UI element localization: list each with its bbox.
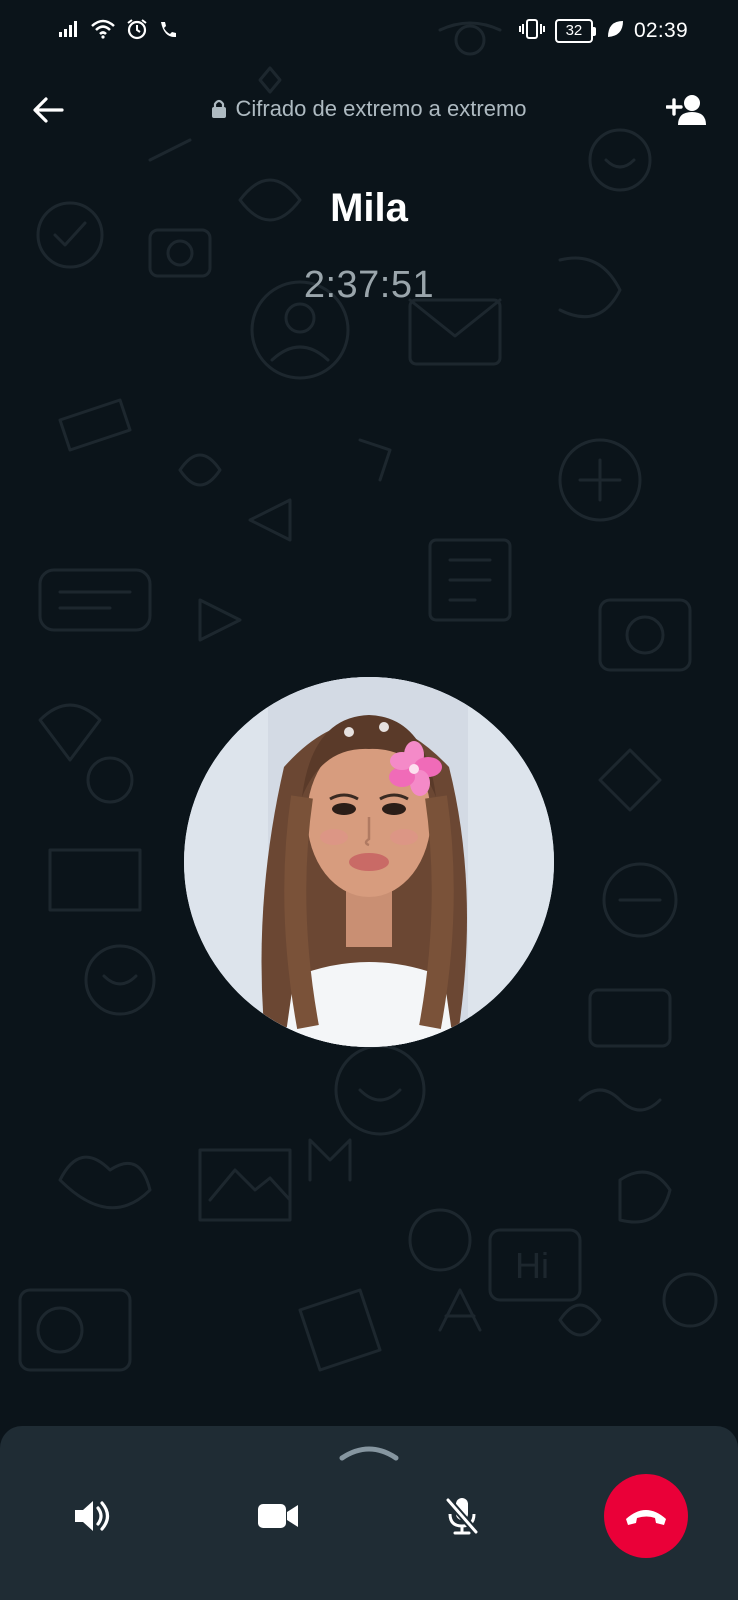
encryption-notice: Cifrado de extremo a extremo (0, 96, 738, 122)
add-person-icon (666, 95, 706, 125)
encryption-text: Cifrado de extremo a extremo (235, 96, 527, 121)
chevron-up-icon (339, 1446, 399, 1461)
microphone-off-icon (445, 1497, 479, 1535)
end-call-icon (626, 1510, 666, 1525)
lock-icon (212, 99, 227, 118)
battery-level: 32 (554, 19, 593, 43)
contact-photo (184, 677, 554, 1047)
call-header: Cifrado de extremo a extremo (0, 82, 738, 138)
end-call-button[interactable] (604, 1474, 688, 1558)
power-saving-leaf-icon (606, 19, 624, 44)
battery-icon: 32 (554, 19, 596, 43)
vibrate-icon (518, 18, 545, 45)
phone-icon (158, 20, 176, 43)
signal-icon (58, 20, 80, 43)
add-participant-button[interactable] (664, 88, 710, 132)
status-right-icons: 32 02:39 (518, 18, 688, 45)
video-button[interactable] (236, 1474, 320, 1558)
call-duration: 2:37:51 (303, 264, 435, 306)
status-time: 02:39 (633, 19, 688, 42)
alarm-icon (126, 18, 148, 45)
status-left-icons (58, 18, 176, 45)
call-controls-sheet (0, 1426, 738, 1600)
status-bar: 32 02:39 (0, 0, 738, 62)
call-controls (0, 1474, 738, 1558)
speaker-icon (75, 1501, 110, 1531)
mute-button[interactable] (420, 1474, 504, 1558)
expand-controls-handle[interactable] (338, 1442, 400, 1462)
call-screen: Hi 32 02:39 Cifrado de extremo a extremo… (0, 0, 738, 1600)
contact-avatar (184, 677, 554, 1047)
video-camera-icon (258, 1504, 298, 1528)
wifi-icon (90, 19, 116, 44)
svg-text:Hi: Hi (515, 1245, 549, 1286)
contact-name: Mila (330, 186, 408, 230)
speaker-button[interactable] (50, 1474, 134, 1558)
